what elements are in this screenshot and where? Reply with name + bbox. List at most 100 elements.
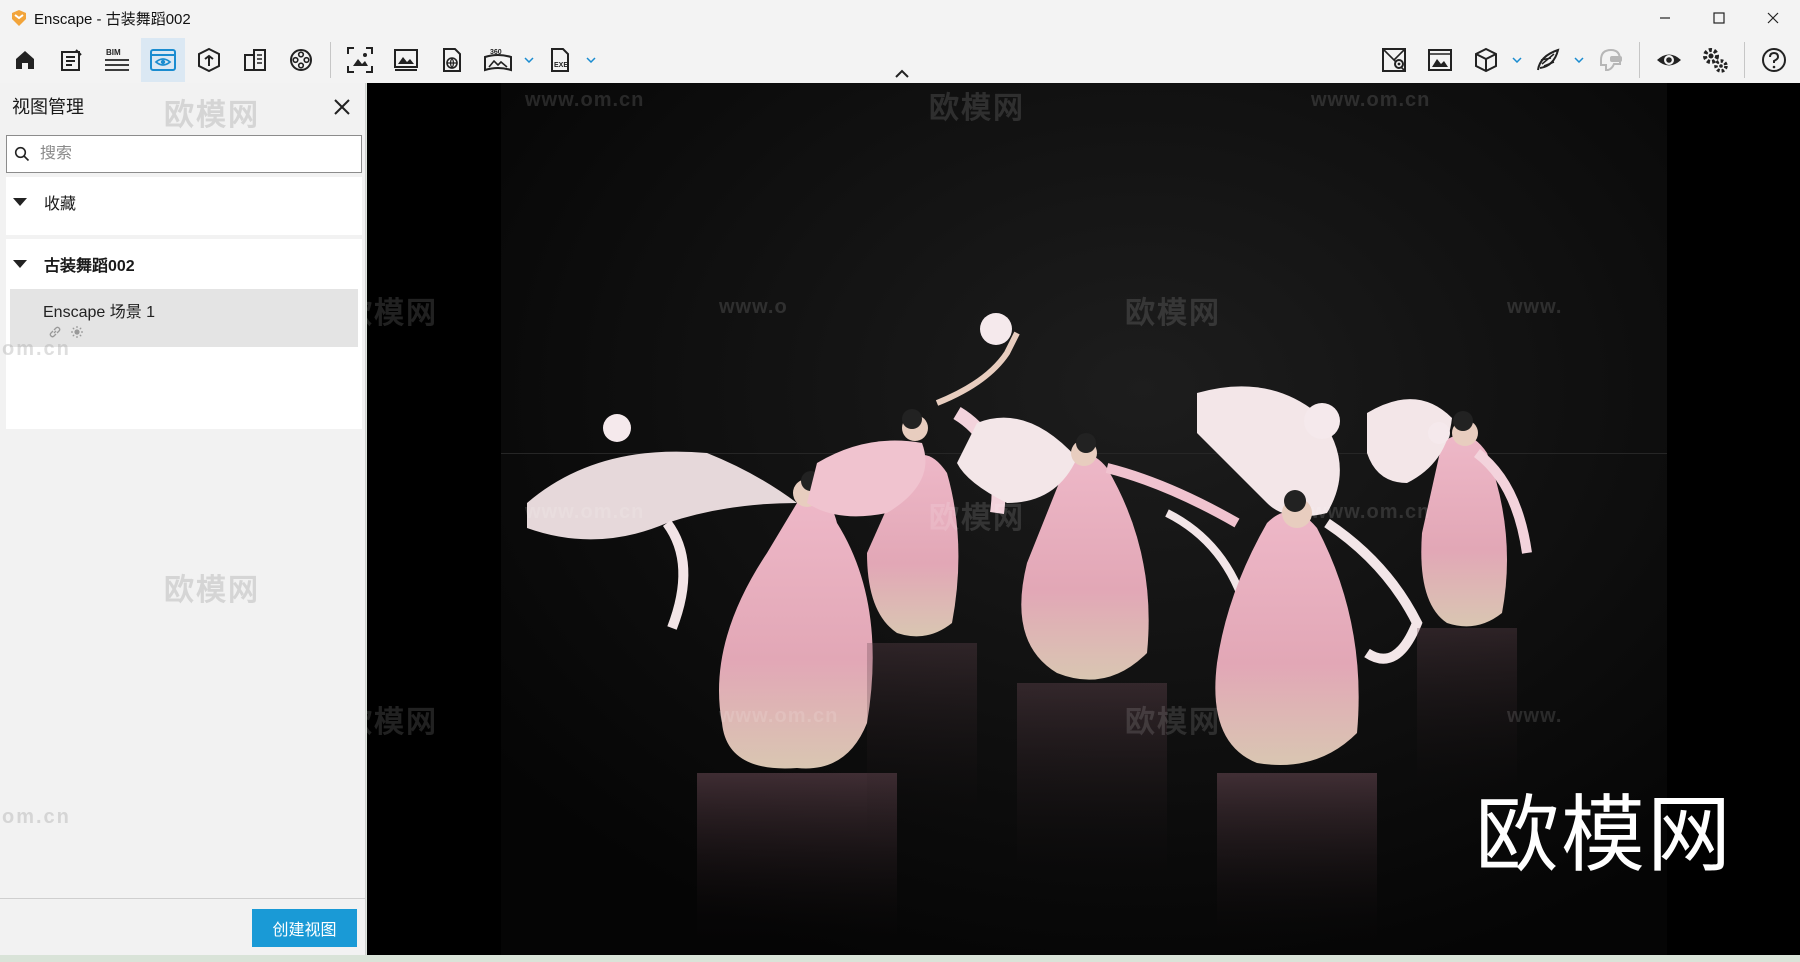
screenshot-icon [347,46,373,73]
favorites-group: 收藏 [6,177,362,235]
create-view-button[interactable]: 创建视图 [252,909,357,947]
panorama-360-button[interactable]: 360 [476,38,520,82]
close-icon [1767,12,1779,24]
help-icon [1762,47,1786,72]
render-viewport[interactable]: www.om.cn 欧模网 www.om.cn 欧模网 www.o 欧模网 ww… [367,83,1800,955]
bim-button[interactable]: BIM [95,38,139,82]
collapse-toolbar-chevron-icon[interactable] [893,66,911,80]
close-panel-icon[interactable] [330,95,354,119]
search-field [6,135,362,173]
chevron-down-icon [524,56,534,63]
view-item-icons [48,325,84,339]
export-web-button[interactable] [430,38,474,82]
watermark-logo: 欧模网 [367,706,438,739]
watermark-url: www.om.cn [719,705,839,727]
watermark-url: www.om.cn [525,501,645,523]
vr-headset-button[interactable] [1588,38,1632,82]
view-management-button[interactable] [141,37,185,82]
watermark-www-partial: www. [1507,705,1563,727]
asset-library-icon [198,47,220,72]
panel-watermark-logo: 欧模网 [164,574,260,607]
help-button[interactable] [1752,38,1796,82]
maximize-button[interactable] [1692,0,1746,36]
eye-button[interactable] [1647,38,1691,82]
map-icon [1382,47,1406,72]
eye-icon [1657,54,1681,65]
watermark-url: www.om.cn [1311,89,1431,111]
watermark-logo: 欧模网 [929,502,1025,535]
panel-title: 视图管理 [12,97,84,117]
view-name: Enscape 场景 1 [43,304,156,321]
feather-icon [1537,47,1560,70]
toolbar-right-group [1371,36,1800,83]
image-settings-button[interactable] [1418,38,1462,82]
feather-dropdown-button[interactable] [1571,38,1587,82]
home-button[interactable] [3,38,47,82]
notes-button[interactable] [49,38,93,82]
cube-icon [1475,47,1497,72]
export-exe-icon: EXE [551,47,569,72]
brand-watermark: 欧模网 [1475,788,1734,882]
maximize-icon [1713,12,1725,24]
panel-watermark-url-partial: om.cn [2,338,71,360]
cube-button[interactable] [1464,38,1508,82]
asset-library-button[interactable] [187,38,231,82]
watermark-url: www.om.cn [525,89,645,111]
panel-footer-divider [0,898,366,899]
chevron-down-icon [1512,56,1522,63]
batch-render-button[interactable] [384,38,428,82]
chevron-down-icon [586,56,596,63]
watermark-logo: 欧模网 [1125,297,1221,330]
image-settings-icon [1428,48,1452,71]
svg-text:EXE: EXE [554,62,568,69]
watermark-url-fragment: www.o [719,296,788,318]
cube-dropdown-button[interactable] [1509,38,1525,82]
search-icon [14,146,30,162]
toolbar-separator [330,41,331,78]
home-icon [16,50,34,69]
favorites-label: 收藏 [44,196,77,213]
title-bar: Enscape - 古装舞蹈002 [0,0,1800,36]
project-views-group: 古装舞蹈002 Enscape 场景 1 [6,239,362,429]
watermark-logo: 欧模网 [929,92,1025,125]
watermark-url: www.om.cn [1311,501,1431,523]
material-editor-button[interactable] [233,38,277,82]
feather-button[interactable] [1526,38,1570,82]
export-exe-button[interactable]: EXE [538,38,582,82]
settings-icon [1703,47,1728,73]
project-header[interactable]: 古装舞蹈002 [6,239,362,289]
caret-down-icon [13,260,27,268]
toolbar-separator [1639,41,1640,78]
window-title: Enscape - 古装舞蹈002 [34,10,191,28]
minimize-button[interactable] [1638,0,1692,36]
project-label: 古装舞蹈002 [44,258,135,275]
batch-render-icon [394,48,418,71]
close-window-button[interactable] [1746,0,1800,36]
video-editor-icon [290,48,312,71]
video-editor-button[interactable] [279,38,323,82]
settings-button[interactable] [1693,38,1737,82]
screenshot-button[interactable] [338,38,382,82]
panel-watermark-url-partial: om.cn [2,806,71,828]
panorama-360-icon: 360 [484,49,512,71]
caret-down-icon [13,198,27,206]
minimize-icon [1660,17,1670,19]
sun-icon [71,326,83,338]
export-dropdown-button[interactable] [583,38,599,82]
map-button[interactable] [1372,38,1416,82]
bim-icon: BIM [105,48,129,71]
link-icon [49,326,61,338]
search-input[interactable] [40,145,340,163]
export-web-icon [443,47,461,72]
bottom-edge [0,955,1800,962]
watermark-logo: 欧模网 [367,297,438,330]
panel-watermark-logo: 欧模网 [164,99,260,132]
favorites-header[interactable]: 收藏 [6,177,362,227]
toolbar-separator [1744,41,1745,78]
enscape-logo-icon [12,10,26,26]
panorama-dropdown-button[interactable] [521,38,537,82]
window-controls [1638,0,1800,36]
watermark-www-partial: www. [1507,296,1563,318]
vr-headset-icon [1600,48,1622,71]
material-editor-icon [244,48,266,71]
